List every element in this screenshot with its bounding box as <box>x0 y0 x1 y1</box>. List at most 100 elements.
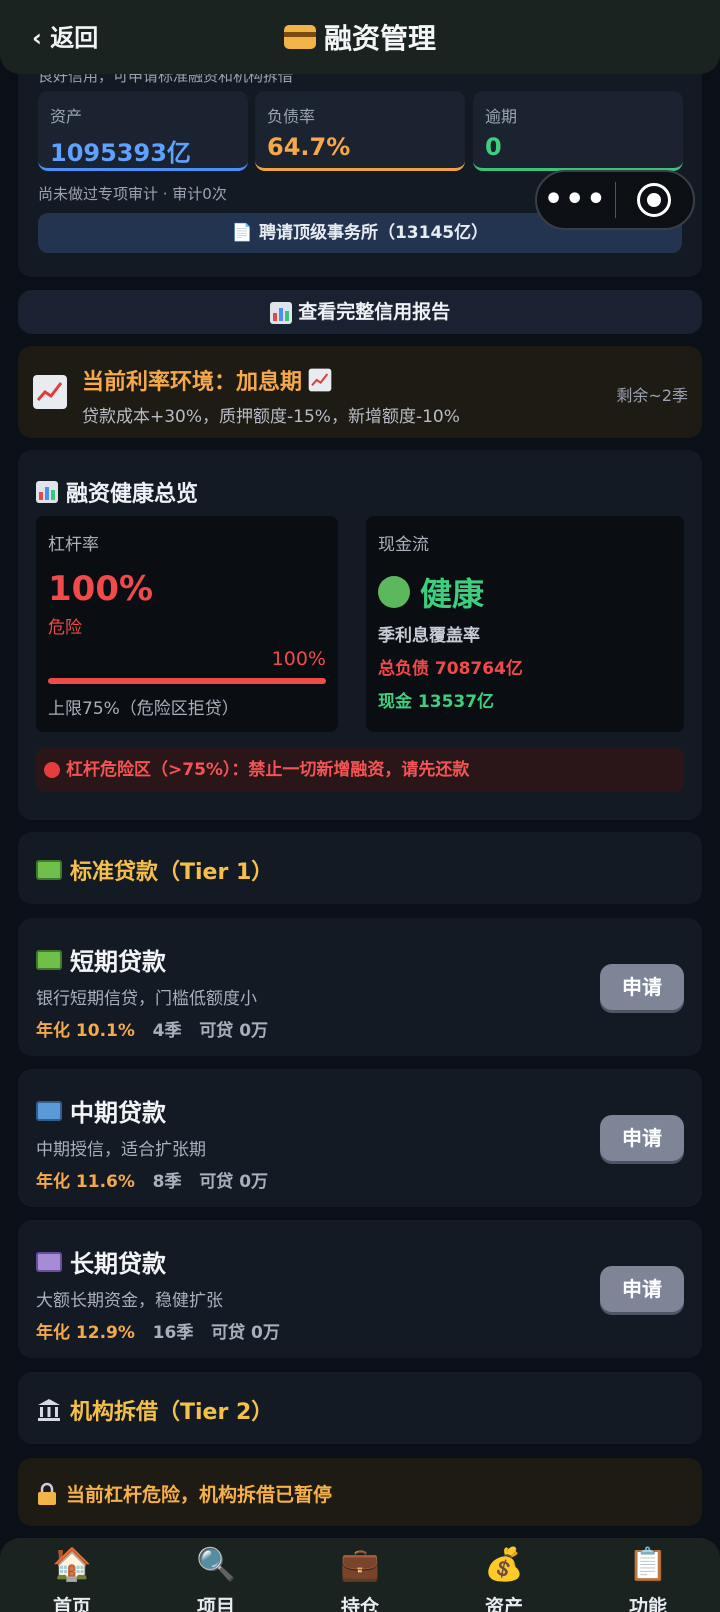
loan-term: 8季 <box>152 1172 182 1192</box>
loan-rate: 年化 10.1% <box>36 1021 135 1041</box>
rate-description: 贷款成本+30%，质押额度-15%，新增额度-10% <box>82 407 460 427</box>
tab-label: 功能 <box>628 1596 667 1612</box>
loan-rate: 年化 12.9% <box>36 1323 135 1343</box>
loan-title: 长期贷款 <box>36 1244 166 1279</box>
magnifier-icon: 🔍 <box>196 1545 236 1583</box>
total-debt: 总负债 708764亿 <box>378 659 523 679</box>
tier2-title-text: 机构拆借（Tier 2） <box>70 1400 274 1425</box>
back-button[interactable]: ‹ 返回 <box>32 18 98 53</box>
loan-desc: 中期授信，适合扩张期 <box>36 1140 206 1160</box>
leverage-alert: 杠杆危险区（>75%）：禁止一切新增融资，请先还款 <box>36 748 684 792</box>
loan-card-mid: 中期贷款 中期授信，适合扩张期 年化 11.6% 8季 可贷 0万 申请 <box>18 1069 702 1207</box>
bank-icon <box>38 1399 60 1421</box>
back-label: 返回 <box>50 24 99 52</box>
banknote-icon <box>36 1251 62 1272</box>
top-header: ‹ 返回 融资管理 <box>0 0 720 74</box>
tier1-header: 标准贷款（Tier 1） <box>18 832 702 904</box>
tab-assets[interactable]: 💰 资产 <box>432 1538 576 1612</box>
loan-term: 16季 <box>152 1323 194 1343</box>
tier2-header: 机构拆借（Tier 2） <box>18 1372 702 1444</box>
apply-long-loan-button[interactable]: 申请 <box>600 1266 684 1312</box>
more-dots-icon[interactable]: ••• <box>537 172 615 228</box>
loan-desc: 银行短期信贷，门槛低额度小 <box>36 989 257 1009</box>
loan-card-short: 短期贷款 银行短期信贷，门槛低额度小 年化 10.1% 4季 可贷 0万 申请 <box>18 918 702 1056</box>
banknote-icon <box>36 1100 62 1121</box>
tier1-title: 标准贷款（Tier 1） <box>36 854 273 886</box>
stat-label: 资产 <box>50 107 83 126</box>
trend-up-icon <box>33 375 67 409</box>
leverage-value: 100% <box>48 569 154 609</box>
tab-label: 资产 <box>484 1596 523 1612</box>
target-icon <box>637 183 672 217</box>
close-miniprogram-button[interactable] <box>615 183 693 217</box>
leverage-risk: 危险 <box>48 618 82 638</box>
loan-title-text: 短期贷款 <box>70 948 166 976</box>
loan-card-long: 长期贷款 大额长期资金，稳健扩张 年化 12.9% 16季 可贷 0万 申请 <box>18 1220 702 1358</box>
loan-meta: 年化 10.1% 4季 可贷 0万 <box>36 1016 268 1041</box>
loan-title-text: 长期贷款 <box>70 1250 166 1278</box>
tab-home[interactable]: 🏠 首页 <box>0 1538 144 1612</box>
money-icon <box>36 860 62 880</box>
stat-assets: 资产 1095393亿 <box>38 91 248 171</box>
green-circle-icon <box>378 576 410 608</box>
cashflow-status: 健康 <box>378 569 672 615</box>
leverage-label: 杠杆率 <box>48 535 99 555</box>
stat-label: 逾期 <box>485 107 518 126</box>
tab-label: 项目 <box>196 1596 235 1612</box>
tab-holdings[interactable]: 💼 持仓 <box>288 1538 432 1612</box>
money-bag-icon: 💰 <box>484 1545 524 1583</box>
financing-health-card: 融资健康总览 杠杆率 100% 危险 100% 上限75%（危险区拒贷） 现金流… <box>18 450 702 820</box>
loan-available: 可贷 0万 <box>211 1323 280 1343</box>
rate-title: 当前利率环境：加息期 <box>82 364 332 396</box>
stat-debt-ratio: 负债率 64.7% <box>255 91 465 171</box>
page-title-text: 融资管理 <box>323 22 436 55</box>
tab-label: 首页 <box>52 1596 91 1612</box>
leverage-limit: 上限75%（危险区拒贷） <box>48 699 239 719</box>
rate-remaining: 剩余~2季 <box>616 386 688 405</box>
lock-icon <box>38 1482 56 1505</box>
credit-summary-card: 良好信用，可申请标准融资和机构拆借 资产 1095393亿 负债率 64.7% … <box>18 55 702 277</box>
cashflow-box: 现金流 健康 季利息覆盖率 总负债 708764亿 现金 13537亿 <box>366 516 684 732</box>
cashflow-status-text: 健康 <box>420 575 485 613</box>
bar-chart-icon <box>269 302 292 324</box>
rate-title-text: 当前利率环境：加息期 <box>82 370 303 395</box>
leverage-bar-label: 100% <box>271 648 326 670</box>
interest-coverage-label: 季利息覆盖率 <box>378 626 480 646</box>
money-icon <box>36 949 62 970</box>
leverage-bar-fill <box>48 678 326 684</box>
page-title: 融资管理 <box>283 17 436 57</box>
stat-value: 1095393亿 <box>50 139 191 167</box>
red-circle-icon <box>44 762 60 778</box>
credit-card-icon <box>283 25 316 49</box>
loan-desc: 大额长期资金，稳健扩张 <box>36 1291 223 1311</box>
alert-text: 杠杆危险区（>75%）：禁止一切新增融资，请先还款 <box>66 760 470 780</box>
bar-chart-icon <box>36 481 58 503</box>
loan-meta: 年化 11.6% 8季 可贷 0万 <box>36 1167 268 1192</box>
locked-note-text: 当前杠杆危险，机构拆借已暂停 <box>66 1484 333 1506</box>
tier1-title-text: 标准贷款（Tier 1） <box>70 860 274 885</box>
loan-rate: 年化 11.6% <box>36 1172 135 1192</box>
clipboard-icon: 📋 <box>628 1545 668 1583</box>
tier2-title: 机构拆借（Tier 2） <box>36 1394 273 1426</box>
leverage-bar <box>48 678 326 684</box>
loan-available: 可贷 0万 <box>199 1172 269 1192</box>
loan-term: 4季 <box>152 1021 182 1041</box>
tab-functions[interactable]: 📋 功能 <box>576 1538 720 1612</box>
trend-up-icon <box>308 368 332 392</box>
briefcase-icon: 💼 <box>340 1545 380 1583</box>
tier2-locked-notice: 当前杠杆危险，机构拆借已暂停 <box>18 1458 702 1526</box>
rate-environment-card: 当前利率环境：加息期 贷款成本+30%，质押额度-15%，新增额度-10% 剩余… <box>18 346 702 438</box>
apply-short-loan-button[interactable]: 申请 <box>600 964 684 1010</box>
view-credit-report-button[interactable]: 查看完整信用报告 <box>18 290 702 334</box>
loan-title: 中期贷款 <box>36 1093 166 1128</box>
cash-amount: 现金 13537亿 <box>378 692 495 712</box>
apply-mid-loan-button[interactable]: 申请 <box>600 1115 684 1161</box>
loan-title-text: 中期贷款 <box>70 1099 166 1127</box>
tab-projects[interactable]: 🔍 项目 <box>144 1538 288 1612</box>
house-icon: 🏠 <box>52 1545 92 1583</box>
cashflow-label: 现金流 <box>378 535 429 555</box>
leverage-box: 杠杆率 100% 危险 100% 上限75%（危险区拒贷） <box>36 516 338 732</box>
loan-meta: 年化 12.9% 16季 可贷 0万 <box>36 1318 280 1343</box>
loan-available: 可贷 0万 <box>199 1021 269 1041</box>
miniprogram-capsule: ••• <box>535 170 695 230</box>
